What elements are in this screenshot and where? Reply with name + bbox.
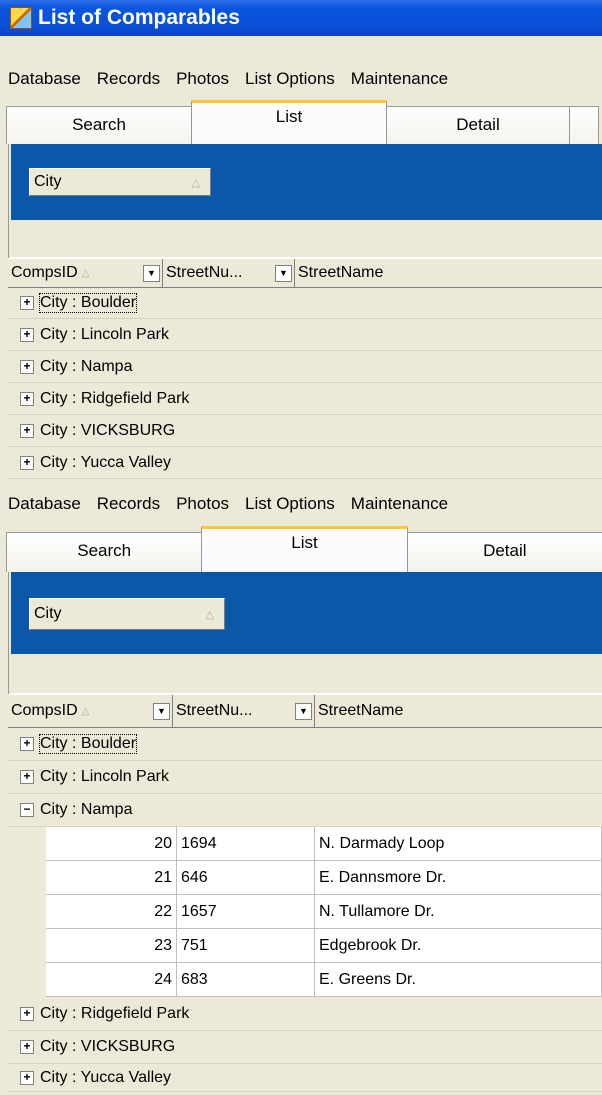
sort-icon: △ (81, 267, 90, 279)
group-by-area[interactable]: City △ (11, 144, 602, 220)
sort-asc-icon: △ (191, 176, 200, 189)
menu-bar: Database Records Photos List Options Mai… (0, 64, 602, 94)
group-row-lincoln-park[interactable]: + City : Lincoln Park (8, 319, 602, 351)
expand-icon[interactable]: + (20, 1006, 34, 1021)
menu-database[interactable]: Database (0, 494, 89, 514)
expand-icon[interactable]: + (20, 327, 34, 342)
table-row[interactable]: 20 1694 N. Darmady Loop (46, 827, 602, 861)
menu-maintenance[interactable]: Maintenance (343, 69, 456, 89)
tab-list[interactable]: List (191, 100, 387, 144)
table-row[interactable]: 21 646 E. Dannsmore Dr. (46, 861, 602, 895)
column-header-streetnumber[interactable]: StreetNu... ▼ (163, 259, 295, 287)
cell-streetname[interactable]: N. Darmady Loop (315, 827, 602, 861)
table-row[interactable]: 22 1657 N. Tullamore Dr. (46, 895, 602, 929)
expand-icon[interactable]: + (20, 296, 34, 310)
group-row-nampa[interactable]: − City : Nampa (8, 794, 602, 827)
expand-icon[interactable]: + (20, 391, 34, 406)
menu-photos[interactable]: Photos (168, 69, 237, 89)
sort-asc-icon: △ (205, 608, 214, 621)
window-titlebar[interactable]: List of Comparables (0, 0, 602, 36)
group-row-vicksburg[interactable]: + City : VICKSBURG (8, 1031, 602, 1064)
group-row-yucca-valley[interactable]: + City : Yucca Valley (8, 447, 602, 479)
filter-bar (11, 654, 602, 694)
cell-compsid[interactable]: 23 (46, 929, 177, 963)
cell-compsid[interactable]: 20 (46, 827, 177, 861)
group-row-boulder[interactable]: + City : Boulder (8, 728, 602, 761)
filter-dropdown-icon[interactable]: ▼ (295, 702, 312, 720)
group-row-ridgefield-park[interactable]: + City : Ridgefield Park (8, 383, 602, 415)
group-row-lincoln-park[interactable]: + City : Lincoln Park (8, 761, 602, 794)
sort-icon: △ (81, 705, 90, 717)
group-by-label: City (34, 173, 62, 190)
grouped-rows-2: + City : Boulder + City : Lincoln Park −… (8, 728, 602, 1092)
expand-icon[interactable]: + (20, 1040, 34, 1054)
cell-compsid[interactable]: 22 (46, 895, 177, 929)
menu-bar-2: Database Records Photos List Options Mai… (0, 484, 602, 524)
collapse-icon[interactable]: − (20, 803, 34, 817)
cell-streetnumber[interactable]: 1694 (177, 827, 315, 861)
expand-icon[interactable]: + (20, 770, 34, 784)
app-icon (10, 7, 32, 29)
column-header-row: CompsID △ ▼ StreetNu... ▼ StreetName (8, 258, 602, 288)
grouped-rows: + City : Boulder + City : Lincoln Park +… (8, 288, 602, 479)
column-header-streetname[interactable]: StreetName (295, 259, 602, 287)
cell-streetnumber[interactable]: 683 (177, 963, 315, 997)
group-by-city-chip[interactable]: City △ (29, 168, 211, 196)
menu-maintenance[interactable]: Maintenance (343, 494, 456, 514)
menu-database[interactable]: Database (0, 69, 89, 89)
column-header-streetnumber[interactable]: StreetNu... ▼ (173, 695, 315, 727)
group-by-area[interactable]: City △ (11, 572, 602, 654)
tab-overflow[interactable] (569, 106, 599, 144)
window-title: List of Comparables (38, 6, 240, 29)
group-by-label: City (34, 605, 62, 622)
tab-detail[interactable]: Detail (406, 532, 602, 572)
cell-compsid[interactable]: 21 (46, 861, 177, 895)
cell-streetname[interactable]: Edgebrook Dr. (315, 929, 602, 963)
cell-compsid[interactable]: 24 (46, 963, 177, 997)
expand-icon[interactable]: + (20, 359, 34, 374)
group-row-ridgefield-park[interactable]: + City : Ridgefield Park (8, 997, 602, 1031)
menu-records[interactable]: Records (89, 69, 168, 89)
table-row[interactable]: 23 751 Edgebrook Dr. (46, 929, 602, 963)
menu-records[interactable]: Records (89, 494, 168, 514)
tab-strip-2: Search List Detail (6, 526, 602, 572)
tab-search[interactable]: Search (6, 106, 192, 144)
filter-dropdown-icon[interactable]: ▼ (153, 702, 170, 720)
filter-dropdown-icon[interactable]: ▼ (143, 264, 160, 282)
cell-streetnumber[interactable]: 751 (177, 929, 315, 963)
filter-dropdown-icon[interactable]: ▼ (275, 264, 292, 282)
filter-bar (11, 220, 602, 258)
list-panel-2: City △ (8, 572, 602, 694)
group-row-boulder[interactable]: + City : Boulder (8, 288, 602, 319)
menu-photos[interactable]: Photos (168, 494, 237, 514)
group-row-vicksburg[interactable]: + City : VICKSBURG (8, 415, 602, 447)
column-header-streetname[interactable]: StreetName (315, 695, 602, 727)
expand-icon[interactable]: + (20, 1070, 34, 1085)
group-by-city-chip[interactable]: City △ (29, 598, 225, 630)
expand-icon[interactable]: + (20, 737, 34, 751)
tab-search[interactable]: Search (6, 532, 203, 572)
expand-icon[interactable]: + (20, 423, 34, 438)
column-header-compsid[interactable]: CompsID △ ▼ (8, 695, 173, 727)
cell-streetname[interactable]: E. Dannsmore Dr. (315, 861, 602, 895)
group-row-yucca-valley[interactable]: + City : Yucca Valley (8, 1064, 602, 1092)
cell-streetnumber[interactable]: 646 (177, 861, 315, 895)
column-header-compsid[interactable]: CompsID △ ▼ (8, 259, 163, 287)
cell-streetname[interactable]: E. Greens Dr. (315, 963, 602, 997)
menu-list-options[interactable]: List Options (237, 494, 343, 514)
tab-list[interactable]: List (201, 526, 408, 572)
expand-icon[interactable]: + (20, 455, 34, 470)
menu-list-options[interactable]: List Options (237, 69, 343, 89)
tab-detail[interactable]: Detail (386, 106, 570, 144)
group-row-nampa[interactable]: + City : Nampa (8, 351, 602, 383)
cell-streetname[interactable]: N. Tullamore Dr. (315, 895, 602, 929)
table-row[interactable]: 24 683 E. Greens Dr. (46, 963, 602, 997)
list-panel: City △ (8, 144, 602, 258)
column-header-row-2: CompsID △ ▼ StreetNu... ▼ StreetName (8, 694, 602, 728)
tab-strip: Search List Detail (6, 100, 602, 144)
cell-streetnumber[interactable]: 1657 (177, 895, 315, 929)
